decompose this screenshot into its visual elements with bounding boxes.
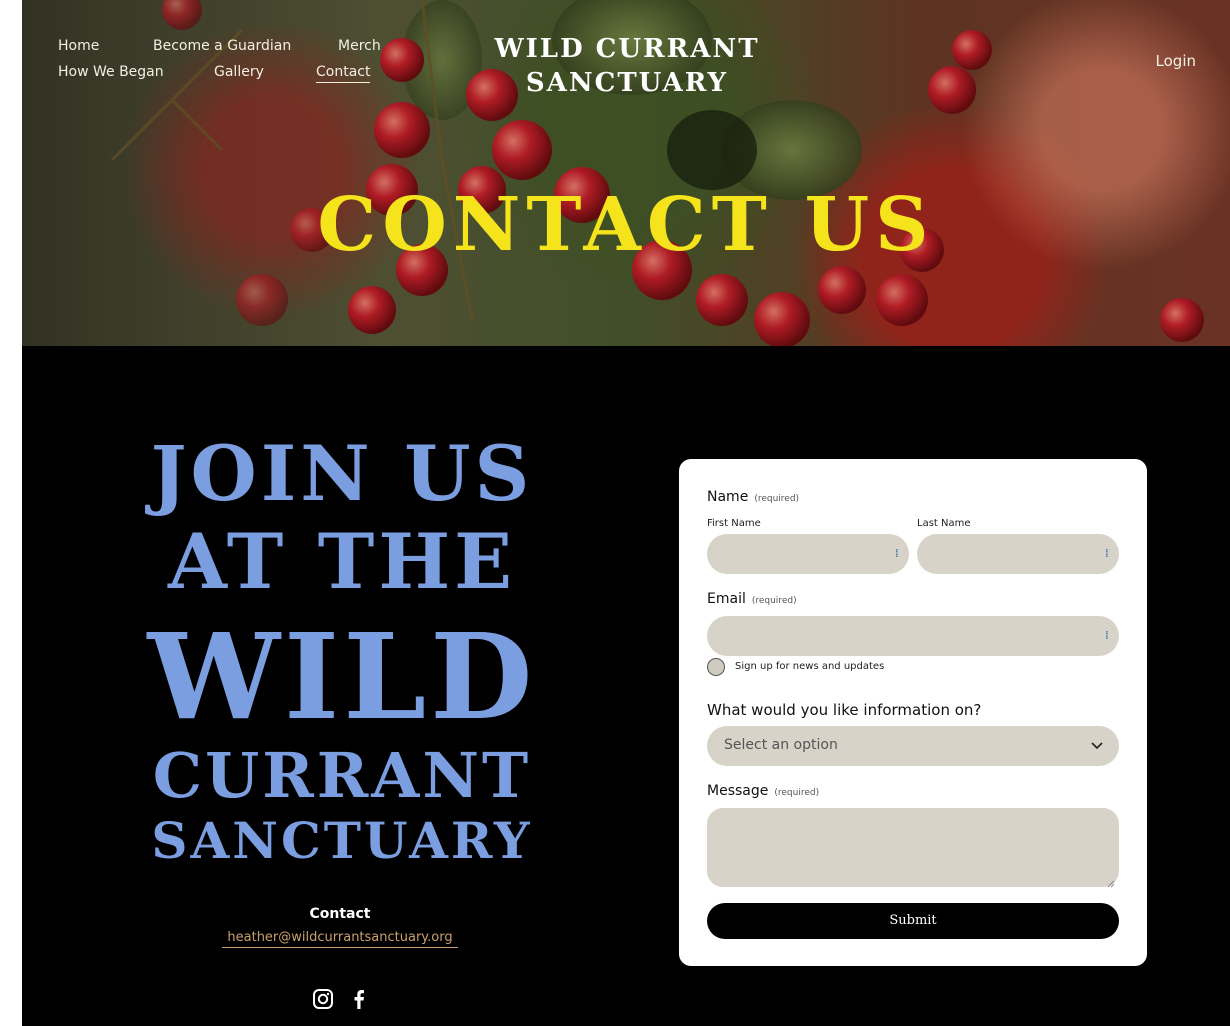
contact-label: Contact <box>309 906 371 922</box>
join-line-4: CURRANT <box>152 739 532 812</box>
newsletter-checkbox[interactable] <box>707 658 725 676</box>
autofill-icon: ⁞ <box>1105 630 1109 642</box>
site-logo-line2: SANCTUARY <box>525 68 729 98</box>
email-required: (required) <box>751 596 797 606</box>
info-select[interactable]: Select an option <box>707 726 1119 766</box>
nav-become-a-guardian[interactable]: Become a Guardian <box>153 38 291 54</box>
email-label: Email (required) <box>707 591 797 607</box>
autofill-icon: ⁞ <box>1105 548 1109 560</box>
info-label: What would you like information on? <box>707 701 982 719</box>
login-link[interactable]: Login <box>1156 52 1196 70</box>
contact-form: Name (required) First Name Last Name ⁞ ⁞ … <box>679 459 1147 966</box>
nav-home[interactable]: Home <box>58 38 99 54</box>
name-required: (required) <box>754 494 800 504</box>
nav-how-we-began[interactable]: How We Began <box>58 64 164 80</box>
contact-email-link[interactable]: heather@wildcurrantsanctuary.org <box>222 930 458 948</box>
nav-contact[interactable]: Contact <box>316 64 371 83</box>
resize-handle-icon[interactable] <box>1107 875 1115 888</box>
newsletter-label: Sign up for news and updates <box>735 661 885 672</box>
autofill-icon: ⁞ <box>895 548 899 560</box>
join-line-5: SANCTUARY <box>151 811 533 870</box>
join-line-2: AT THE <box>167 517 517 606</box>
instagram-icon[interactable] <box>312 988 334 1010</box>
site-logo-line1: WILD CURRANT <box>494 34 760 64</box>
email-label-text: Email <box>707 591 746 607</box>
social-links <box>312 988 370 1010</box>
join-heading: JOIN US AT THE WILD CURRANT SANCTUARY <box>102 430 582 872</box>
facebook-icon[interactable] <box>348 988 370 1010</box>
name-label-text: Name <box>707 489 749 505</box>
nav-merch[interactable]: Merch <box>338 38 381 54</box>
message-textarea[interactable] <box>707 808 1119 888</box>
message-required: (required) <box>774 788 820 798</box>
first-name-input[interactable] <box>707 534 909 574</box>
message-label: Message (required) <box>707 783 819 799</box>
message-label-text: Message <box>707 783 769 799</box>
name-label: Name (required) <box>707 489 799 505</box>
email-input[interactable] <box>707 616 1119 656</box>
nav-gallery[interactable]: Gallery <box>214 64 264 80</box>
join-line-1: JOIN US <box>150 429 534 518</box>
last-name-label: Last Name <box>917 518 971 529</box>
site-logo[interactable]: WILD CURRANT SANCTUARY <box>462 32 792 100</box>
submit-button[interactable]: Submit <box>707 903 1119 939</box>
first-name-label: First Name <box>707 518 761 529</box>
info-select-value: Select an option <box>724 737 838 753</box>
join-line-3: WILD <box>147 607 537 746</box>
hero-title: CONTACT US <box>317 182 935 268</box>
chevron-down-icon <box>1089 737 1105 753</box>
page: Home Become a Guardian Merch How We Bega… <box>22 0 1230 1026</box>
hero-banner: Home Become a Guardian Merch How We Bega… <box>22 0 1230 346</box>
last-name-input[interactable] <box>917 534 1119 574</box>
